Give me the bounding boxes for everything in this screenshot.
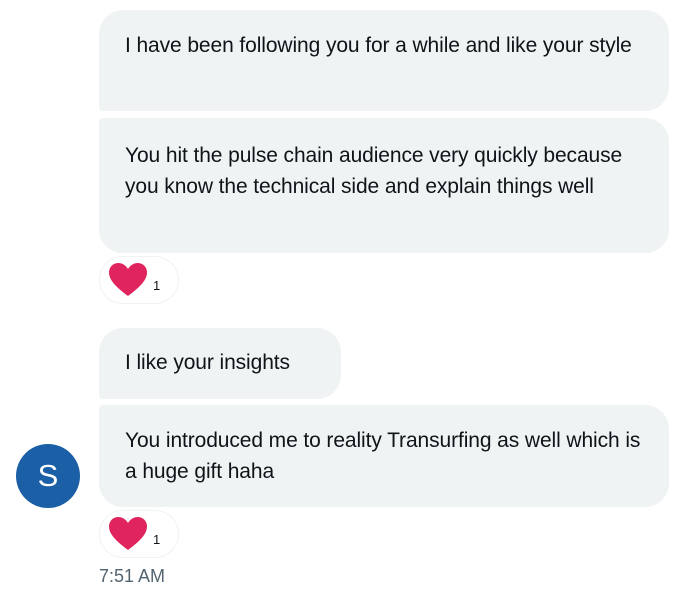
message-text: I have been following you for a while an… <box>125 34 632 57</box>
message-bubble[interactable]: I like your insights <box>99 328 341 399</box>
reaction-count: 1 <box>153 531 161 547</box>
timestamp: 7:51 AM <box>99 566 166 586</box>
reaction-count: 1 <box>153 277 161 293</box>
heart-icon <box>109 517 147 550</box>
reaction-badge[interactable]: 1 <box>99 256 179 304</box>
avatar-initial: S <box>37 458 59 493</box>
reaction-badge[interactable]: 1 <box>99 510 179 558</box>
message-text: You introduced me to reality Transurfing… <box>125 429 641 483</box>
message-bubble[interactable]: You introduced me to reality Transurfing… <box>99 405 669 507</box>
message-bubble[interactable]: I have been following you for a while an… <box>99 10 669 111</box>
message-text: I like your insights <box>125 351 290 374</box>
avatar[interactable]: S <box>16 444 80 508</box>
heart-icon <box>109 263 147 296</box>
message-bubble[interactable]: You hit the pulse chain audience very qu… <box>99 118 669 253</box>
message-text: You hit the pulse chain audience very qu… <box>125 144 623 198</box>
